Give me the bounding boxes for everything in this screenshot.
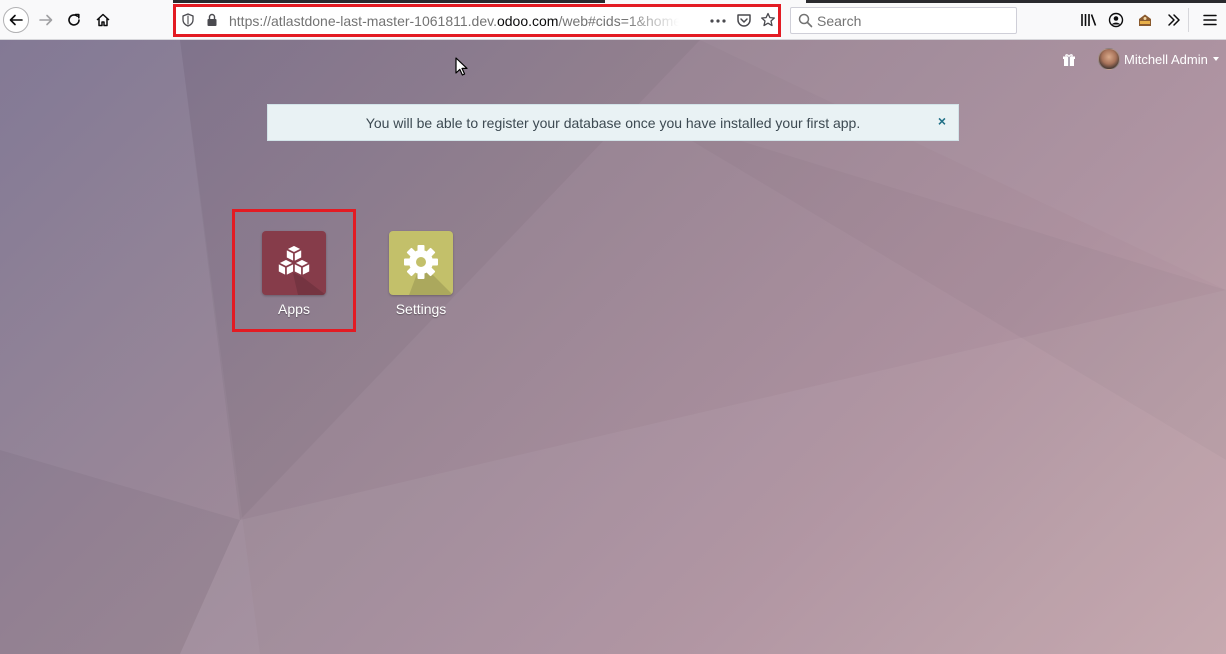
- app-apps[interactable]: Apps: [244, 231, 344, 317]
- user-menu[interactable]: Mitchell Admin: [1098, 48, 1219, 70]
- odoo-home-menu: Mitchell Admin You will be able to regis…: [0, 40, 1226, 654]
- caret-down-icon: [1212, 57, 1219, 61]
- account-button[interactable]: [1104, 8, 1128, 32]
- mouse-cursor-icon: [455, 57, 468, 76]
- app-settings[interactable]: Settings: [371, 231, 471, 317]
- cubes-icon: [277, 244, 326, 295]
- url-host: odoo.com: [496, 13, 559, 29]
- overflow-menu-button[interactable]: [1162, 8, 1186, 32]
- home-button[interactable]: [91, 8, 115, 32]
- forward-button[interactable]: [34, 8, 58, 32]
- arrow-right-icon: [39, 14, 53, 26]
- arrow-left-icon: [9, 14, 23, 26]
- user-name: Mitchell Admin: [1124, 51, 1208, 67]
- library-button[interactable]: [1077, 8, 1101, 32]
- double-chevron-right-icon: [1168, 14, 1180, 26]
- app-label-settings: Settings: [395, 301, 447, 317]
- more-actions-icon[interactable]: [710, 19, 726, 23]
- extension-icon: [1139, 14, 1151, 26]
- pocket-icon[interactable]: [736, 13, 752, 28]
- settings-app-icon[interactable]: [389, 231, 453, 295]
- app-label-apps: Apps: [278, 301, 310, 317]
- alert-close-button[interactable]: ×: [938, 113, 946, 129]
- toolbar-separator: [1188, 8, 1189, 32]
- hamburger-icon: [1203, 14, 1217, 26]
- reload-button[interactable]: [62, 8, 86, 32]
- apps-app-icon[interactable]: [262, 231, 326, 295]
- tab-indicator: [173, 0, 605, 3]
- browser-toolbar: https://atlastdone-last-master-1061811.d…: [0, 0, 1226, 40]
- avatar: [1098, 48, 1120, 70]
- search-bar[interactable]: Search: [790, 7, 1017, 34]
- hamburger-menu-button[interactable]: [1198, 8, 1222, 32]
- home-icon: [96, 13, 110, 27]
- register-database-alert: You will be able to register your databa…: [267, 104, 959, 141]
- library-icon: [1081, 14, 1097, 26]
- gift-icon[interactable]: [1062, 53, 1076, 67]
- tab-indicator: [806, 0, 1226, 3]
- url-text[interactable]: https://atlastdone-last-master-1061811.d…: [229, 13, 679, 29]
- gear-icon: [404, 245, 453, 295]
- account-icon: [1108, 12, 1124, 28]
- back-button[interactable]: [3, 7, 29, 33]
- url-suffix: /web#cids=1&home: [558, 13, 679, 29]
- url-prefix: https://atlastdone-last-master-1061811.d…: [229, 13, 497, 29]
- lock-icon[interactable]: [206, 13, 218, 27]
- reload-icon: [68, 13, 80, 26]
- bookmark-star-icon[interactable]: [760, 12, 776, 28]
- url-bar[interactable]: https://atlastdone-last-master-1061811.d…: [173, 5, 781, 36]
- extension-button[interactable]: [1133, 8, 1157, 32]
- alert-text: You will be able to register your databa…: [365, 115, 861, 131]
- shield-icon[interactable]: [181, 13, 195, 27]
- search-placeholder: Search: [817, 13, 862, 29]
- search-icon: [798, 13, 813, 28]
